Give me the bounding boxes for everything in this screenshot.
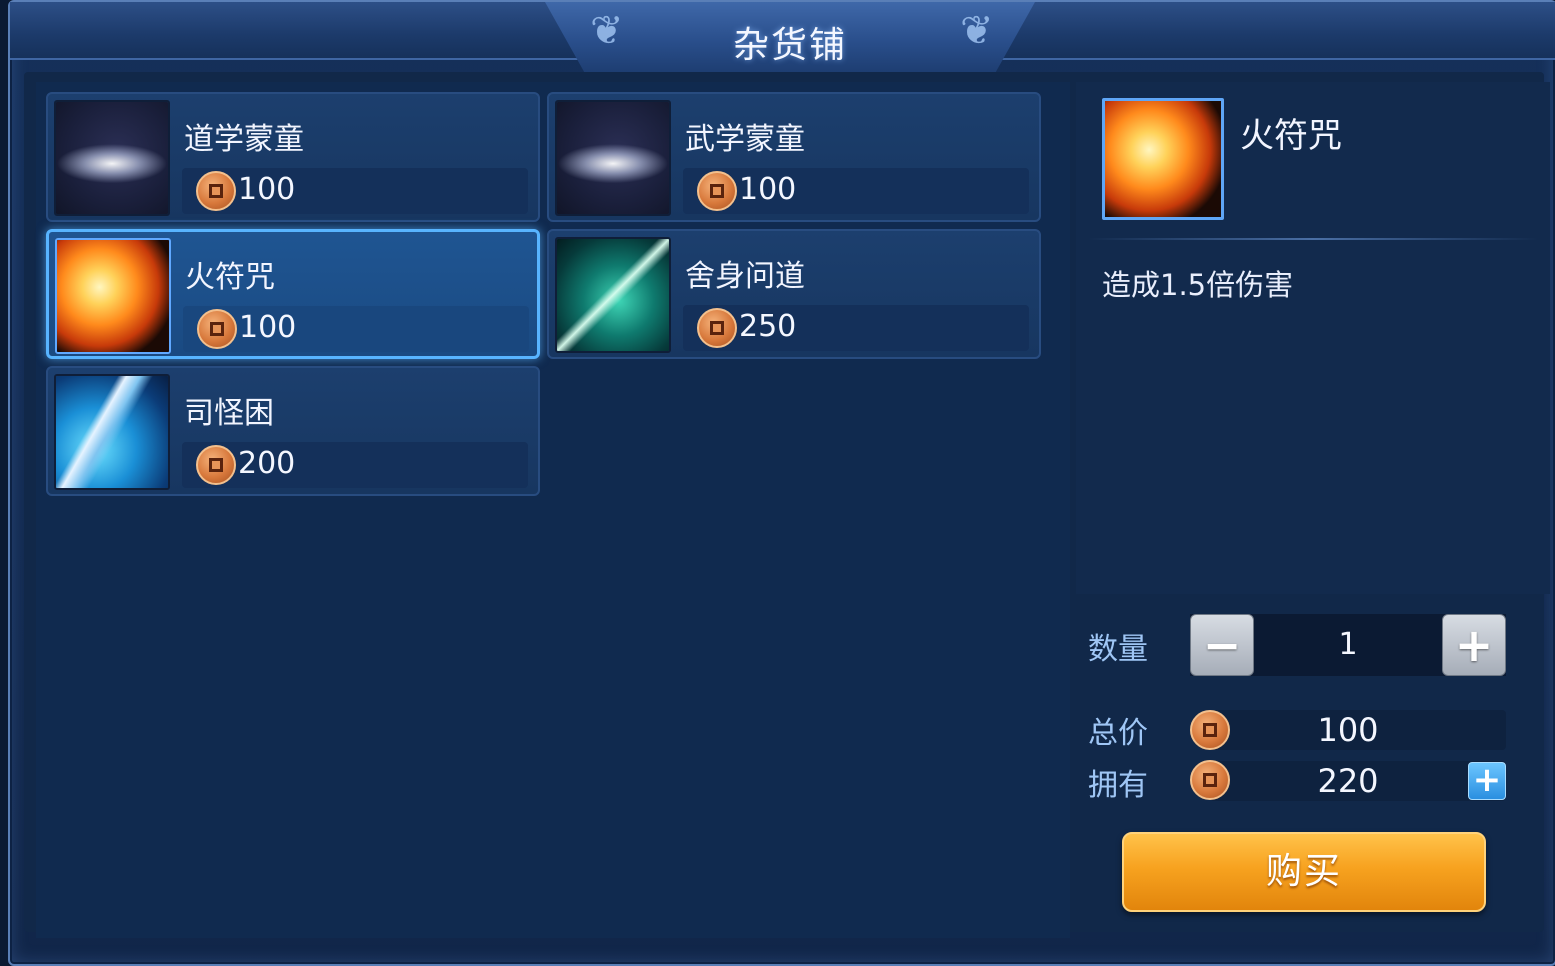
price-bar: 200 [182, 442, 528, 488]
window-title: 杂货铺 [732, 25, 847, 66]
item-list: 道学蒙童 100 武学蒙童 100 火符咒 100 舍身问道 250 司怪困 2… [36, 82, 1070, 938]
coin-icon [1190, 710, 1230, 750]
coin-icon [197, 309, 237, 349]
shop-item[interactable]: 舍身问道 250 [547, 229, 1041, 359]
increase-quantity-button[interactable]: + [1442, 614, 1506, 676]
coin-icon [196, 445, 236, 485]
green-sword-skill-icon [555, 237, 671, 353]
buy-button[interactable]: 购买 [1122, 832, 1486, 912]
owned-currency-bar: 220 [1210, 761, 1506, 801]
fire-skill-icon [55, 238, 171, 354]
owned-label: 拥有 [1088, 768, 1148, 803]
shop-window: ❦ ❦ 杂货铺 道学蒙童 100 武学蒙童 100 火符咒 100 舍身问道 2… [8, 0, 1555, 966]
item-name: 火符咒 [185, 260, 275, 295]
add-currency-button[interactable]: + [1468, 762, 1506, 800]
coin-icon [697, 308, 737, 348]
decrease-quantity-button[interactable]: − [1190, 614, 1254, 676]
item-name: 司怪困 [184, 396, 274, 431]
total-price-label: 总价 [1088, 716, 1148, 751]
owned-currency-value: 220 [1317, 762, 1379, 800]
detail-name: 火符咒 [1240, 116, 1342, 156]
shop-item-selected[interactable]: 火符咒 100 [46, 229, 540, 359]
divider [1088, 238, 1538, 240]
item-price: 100 [739, 172, 797, 207]
item-price: 200 [238, 446, 296, 481]
quantity-stepper: − 1 + [1190, 614, 1506, 676]
shop-item[interactable]: 武学蒙童 100 [547, 92, 1041, 222]
price-bar: 100 [182, 168, 528, 214]
swirl-skill-icon [555, 100, 671, 216]
item-price: 100 [238, 172, 296, 207]
plus-icon: + [1472, 760, 1502, 800]
quantity-label: 数量 [1088, 632, 1148, 667]
coin-icon [697, 171, 737, 211]
quantity-value[interactable]: 1 [1254, 614, 1442, 676]
price-bar: 250 [683, 305, 1029, 351]
item-name: 道学蒙童 [184, 122, 304, 157]
shop-item[interactable]: 道学蒙童 100 [46, 92, 540, 222]
price-bar: 100 [683, 168, 1029, 214]
minus-icon: − [1202, 618, 1242, 672]
fire-skill-icon [1102, 98, 1224, 220]
plus-icon: + [1454, 618, 1494, 672]
detail-description: 造成1.5倍伤害 [1102, 268, 1294, 302]
price-bar: 100 [183, 306, 529, 352]
coin-icon [196, 171, 236, 211]
item-name: 舍身问道 [685, 259, 805, 294]
item-name: 武学蒙童 [685, 122, 805, 157]
total-price-bar: 100 [1210, 710, 1506, 750]
item-price: 100 [239, 310, 297, 345]
blade-skill-icon [54, 374, 170, 490]
shop-content: 道学蒙童 100 武学蒙童 100 火符咒 100 舍身问道 250 司怪困 2… [24, 72, 1550, 938]
item-detail-panel: 火符咒 造成1.5倍伤害 [1076, 82, 1550, 594]
swirl-skill-icon [54, 100, 170, 216]
shop-item[interactable]: 司怪困 200 [46, 366, 540, 496]
coin-icon [1190, 760, 1230, 800]
item-price: 250 [739, 309, 797, 344]
total-price-value: 100 [1317, 711, 1379, 749]
